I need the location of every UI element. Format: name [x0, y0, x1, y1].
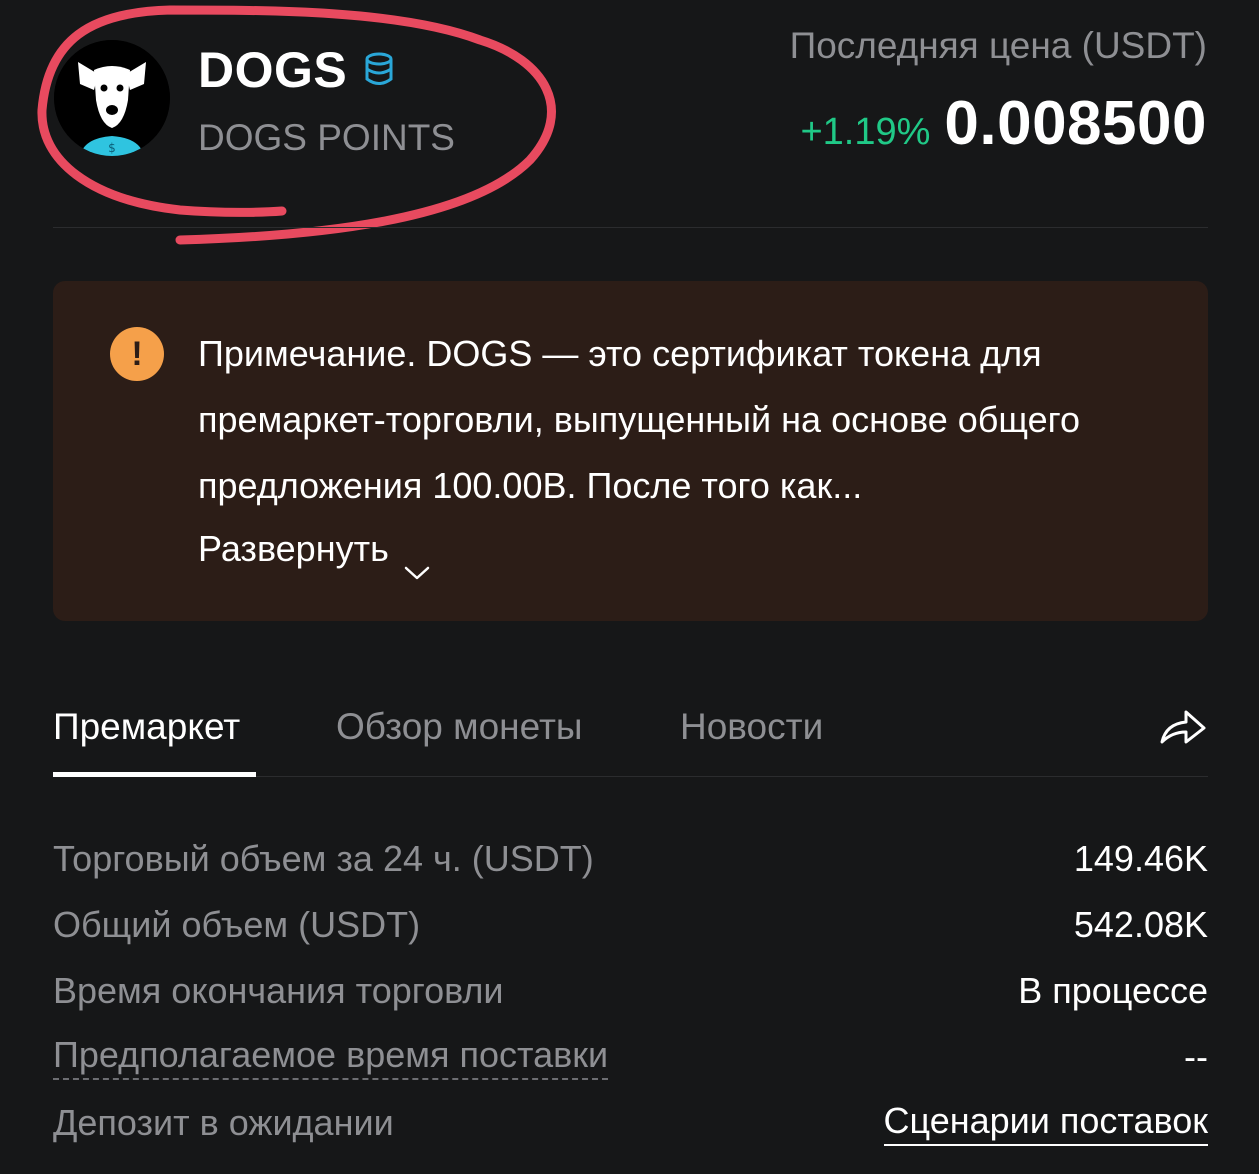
- stat-label: Время окончания торговли: [53, 970, 504, 1011]
- stats-list: Торговый объем за 24 ч. (USDT) 149.46K О…: [53, 826, 1208, 1156]
- notice-banner: ! Примечание. DOGS — это сертификат токе…: [53, 281, 1208, 621]
- svg-text:$: $: [108, 141, 116, 155]
- chevron-down-icon: [403, 540, 431, 580]
- header-divider: [53, 227, 1208, 228]
- tab-news[interactable]: Новости: [680, 696, 823, 758]
- stat-value: --: [1184, 1036, 1208, 1077]
- active-tab-indicator: [53, 772, 256, 777]
- coin-header: $ DOGS DOGS POINTS Последняя цена (USDT)…: [0, 0, 1259, 245]
- coin-full-name: DOGS POINTS: [198, 117, 455, 158]
- notice-text: Примечание. DOGS — это сертификат токена…: [198, 333, 1080, 506]
- exclamation-icon: !: [110, 327, 164, 381]
- coin-title-row: DOGS: [198, 40, 395, 100]
- stat-row-total-volume: Общий объем (USDT) 542.08K: [53, 892, 1208, 958]
- stat-label: Торговый объем за 24 ч. (USDT): [53, 838, 594, 879]
- stat-label: Депозит в ожидании: [53, 1102, 394, 1143]
- last-price-value: 0.008500: [944, 89, 1207, 158]
- stat-row-pending-deposit: Депозит в ожидании Сценарии поставок: [53, 1090, 1208, 1156]
- stat-row-volume-24h: Торговый объем за 24 ч. (USDT) 149.46K: [53, 826, 1208, 892]
- stat-label: Общий объем (USDT): [53, 904, 421, 945]
- tab-premarket[interactable]: Премаркет: [53, 696, 240, 758]
- dogs-logo-icon: $: [54, 40, 170, 156]
- price-row: +1.19% 0.008500: [800, 88, 1207, 159]
- tab-coin-overview[interactable]: Обзор монеты: [336, 696, 582, 758]
- share-icon[interactable]: [1158, 706, 1208, 748]
- stat-value: 542.08K: [1073, 904, 1208, 945]
- expand-label: Развернуть: [198, 528, 389, 569]
- coin-stack-icon: [363, 52, 395, 88]
- tab-bar: Премаркет Обзор монеты Новости: [53, 696, 1208, 778]
- stat-value: В процессе: [1018, 970, 1208, 1011]
- expand-button[interactable]: Развернуть: [198, 519, 431, 580]
- stat-row-delivery-time: Предполагаемое время поставки --: [53, 1024, 1208, 1090]
- stat-row-trading-end: Время окончания торговли В процессе: [53, 958, 1208, 1024]
- delivery-time-tooltip-label[interactable]: Предполагаемое время поставки: [53, 1034, 609, 1080]
- stat-value: 149.46K: [1073, 838, 1208, 879]
- delivery-scenarios-link[interactable]: Сценарии поставок: [883, 1100, 1208, 1146]
- last-price-label: Последняя цена (USDT): [789, 25, 1207, 66]
- coin-symbol: DOGS: [198, 42, 348, 98]
- price-change-percent: +1.19%: [800, 111, 931, 153]
